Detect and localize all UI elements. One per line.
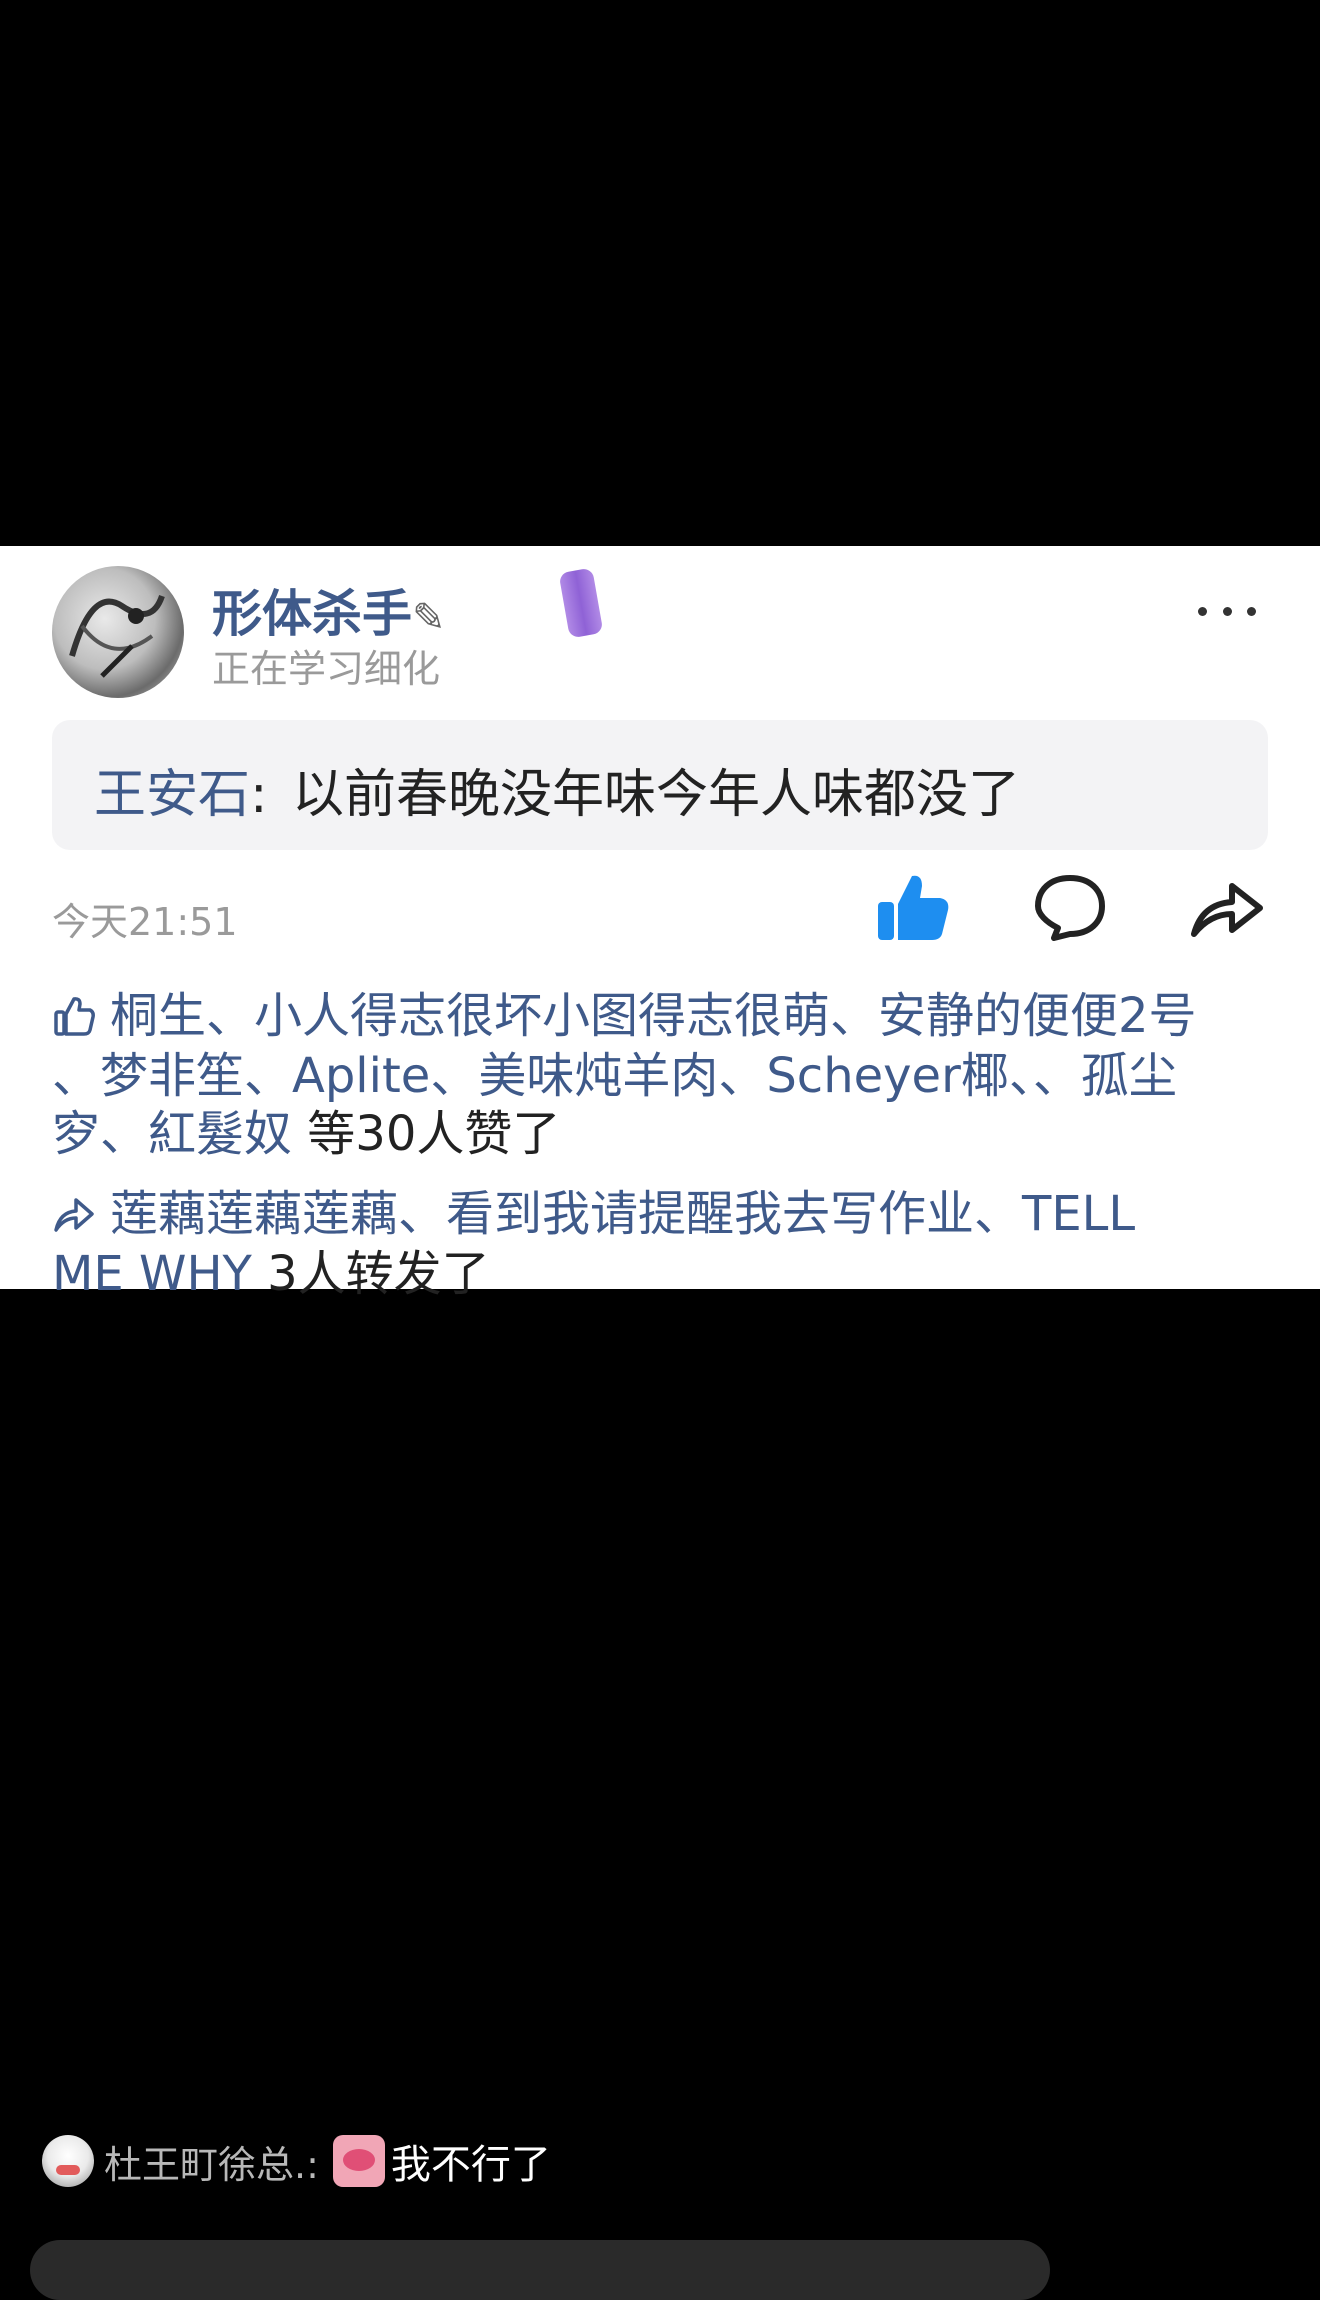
crying-face-emoji-icon xyxy=(332,2135,385,2187)
like-button[interactable] xyxy=(872,868,952,948)
comment-text: 我不行了 xyxy=(390,2142,551,2188)
thumbs-up-icon xyxy=(878,875,949,940)
comment-input-bar[interactable] xyxy=(30,2240,1050,2300)
small-share-icon xyxy=(54,1198,94,1232)
commenter-avatar[interactable] xyxy=(42,2135,94,2187)
avatar-sketch-icon xyxy=(69,594,165,678)
quoted-post[interactable]: 王安石: 以前春晚没年味今年人味都没了 xyxy=(52,720,1268,850)
bottom-comment: 杜王町徐总.: 我不行了 xyxy=(42,2126,551,2196)
avatar[interactable] xyxy=(52,566,184,698)
quote-author[interactable]: 王安石: xyxy=(94,752,268,827)
timestamp: 今天21:51 xyxy=(52,900,238,944)
user-status: 正在学习细化 xyxy=(212,647,441,691)
forwards-list-line2[interactable]: ME WHY 3人转发了 xyxy=(52,1234,490,1304)
commenter-name[interactable]: 杜王町徐总.: xyxy=(104,2134,319,2189)
more-button[interactable] xyxy=(1190,586,1264,636)
more-dots-icon xyxy=(1198,606,1207,616)
username[interactable]: 形体杀手✎ xyxy=(212,574,446,646)
share-arrow-icon xyxy=(1191,883,1263,937)
comment-button[interactable] xyxy=(1030,868,1110,948)
post-card: 形体杀手✎ 正在学习细化 王安石: 以前春晚没年味今年人味都没了 今天21:51 xyxy=(0,546,1320,1302)
pencil-icon: ✎ xyxy=(412,595,446,641)
small-thumbs-up-icon xyxy=(54,997,95,1036)
quote-text: 以前春晚没年味今年人味都没了 xyxy=(292,765,1021,825)
sticker-icon xyxy=(558,567,604,639)
likes-list-line3[interactable]: 穸、紅髮奴 等30人赞了 xyxy=(52,1094,560,1164)
share-button[interactable] xyxy=(1186,868,1266,948)
comment-bubble-icon xyxy=(1035,875,1105,941)
